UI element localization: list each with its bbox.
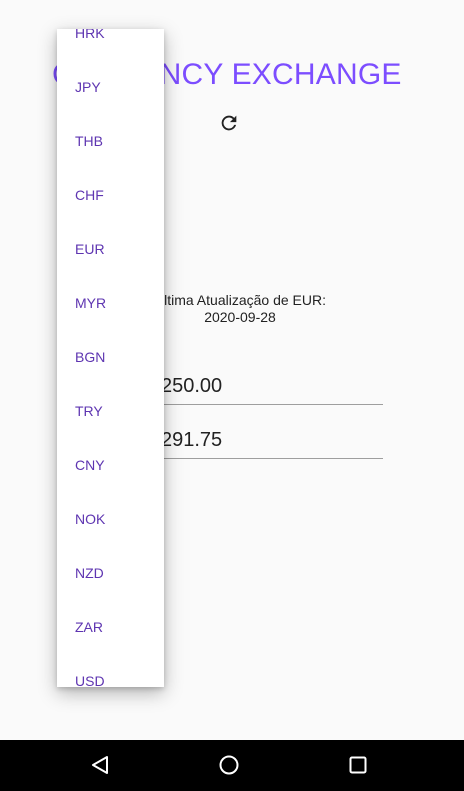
currency-option-bgn[interactable]: BGN bbox=[57, 330, 164, 384]
currency-option-usd[interactable]: USD bbox=[57, 654, 164, 687]
system-navigation-bar bbox=[0, 740, 464, 791]
currency-option-zar[interactable]: ZAR bbox=[57, 600, 164, 654]
amount-field[interactable]: 250.00 bbox=[155, 372, 383, 405]
recents-square-icon[interactable] bbox=[347, 754, 369, 776]
result-field[interactable]: 291.75 bbox=[155, 426, 383, 459]
currency-list: HRK JPY THB CHF EUR MYR BGN TRY CNY NOK … bbox=[57, 29, 164, 687]
currency-option-try[interactable]: TRY bbox=[57, 384, 164, 438]
home-circle-icon[interactable] bbox=[218, 754, 240, 776]
amount-value: 250.00 bbox=[161, 375, 223, 397]
currency-option-thb[interactable]: THB bbox=[57, 114, 164, 168]
currency-option-hrk[interactable]: HRK bbox=[57, 29, 164, 60]
currency-option-myr[interactable]: MYR bbox=[57, 276, 164, 330]
result-value: 291.75 bbox=[161, 429, 223, 451]
back-triangle-icon[interactable] bbox=[89, 754, 111, 776]
currency-option-cny[interactable]: CNY bbox=[57, 438, 164, 492]
currency-dropdown-menu[interactable]: HRK JPY THB CHF EUR MYR BGN TRY CNY NOK … bbox=[57, 29, 164, 687]
currency-option-eur[interactable]: EUR bbox=[57, 222, 164, 276]
currency-option-chf[interactable]: CHF bbox=[57, 168, 164, 222]
currency-option-jpy[interactable]: JPY bbox=[57, 60, 164, 114]
refresh-icon[interactable] bbox=[218, 112, 240, 134]
currency-option-nok[interactable]: NOK bbox=[57, 492, 164, 546]
currency-option-nzd[interactable]: NZD bbox=[57, 546, 164, 600]
